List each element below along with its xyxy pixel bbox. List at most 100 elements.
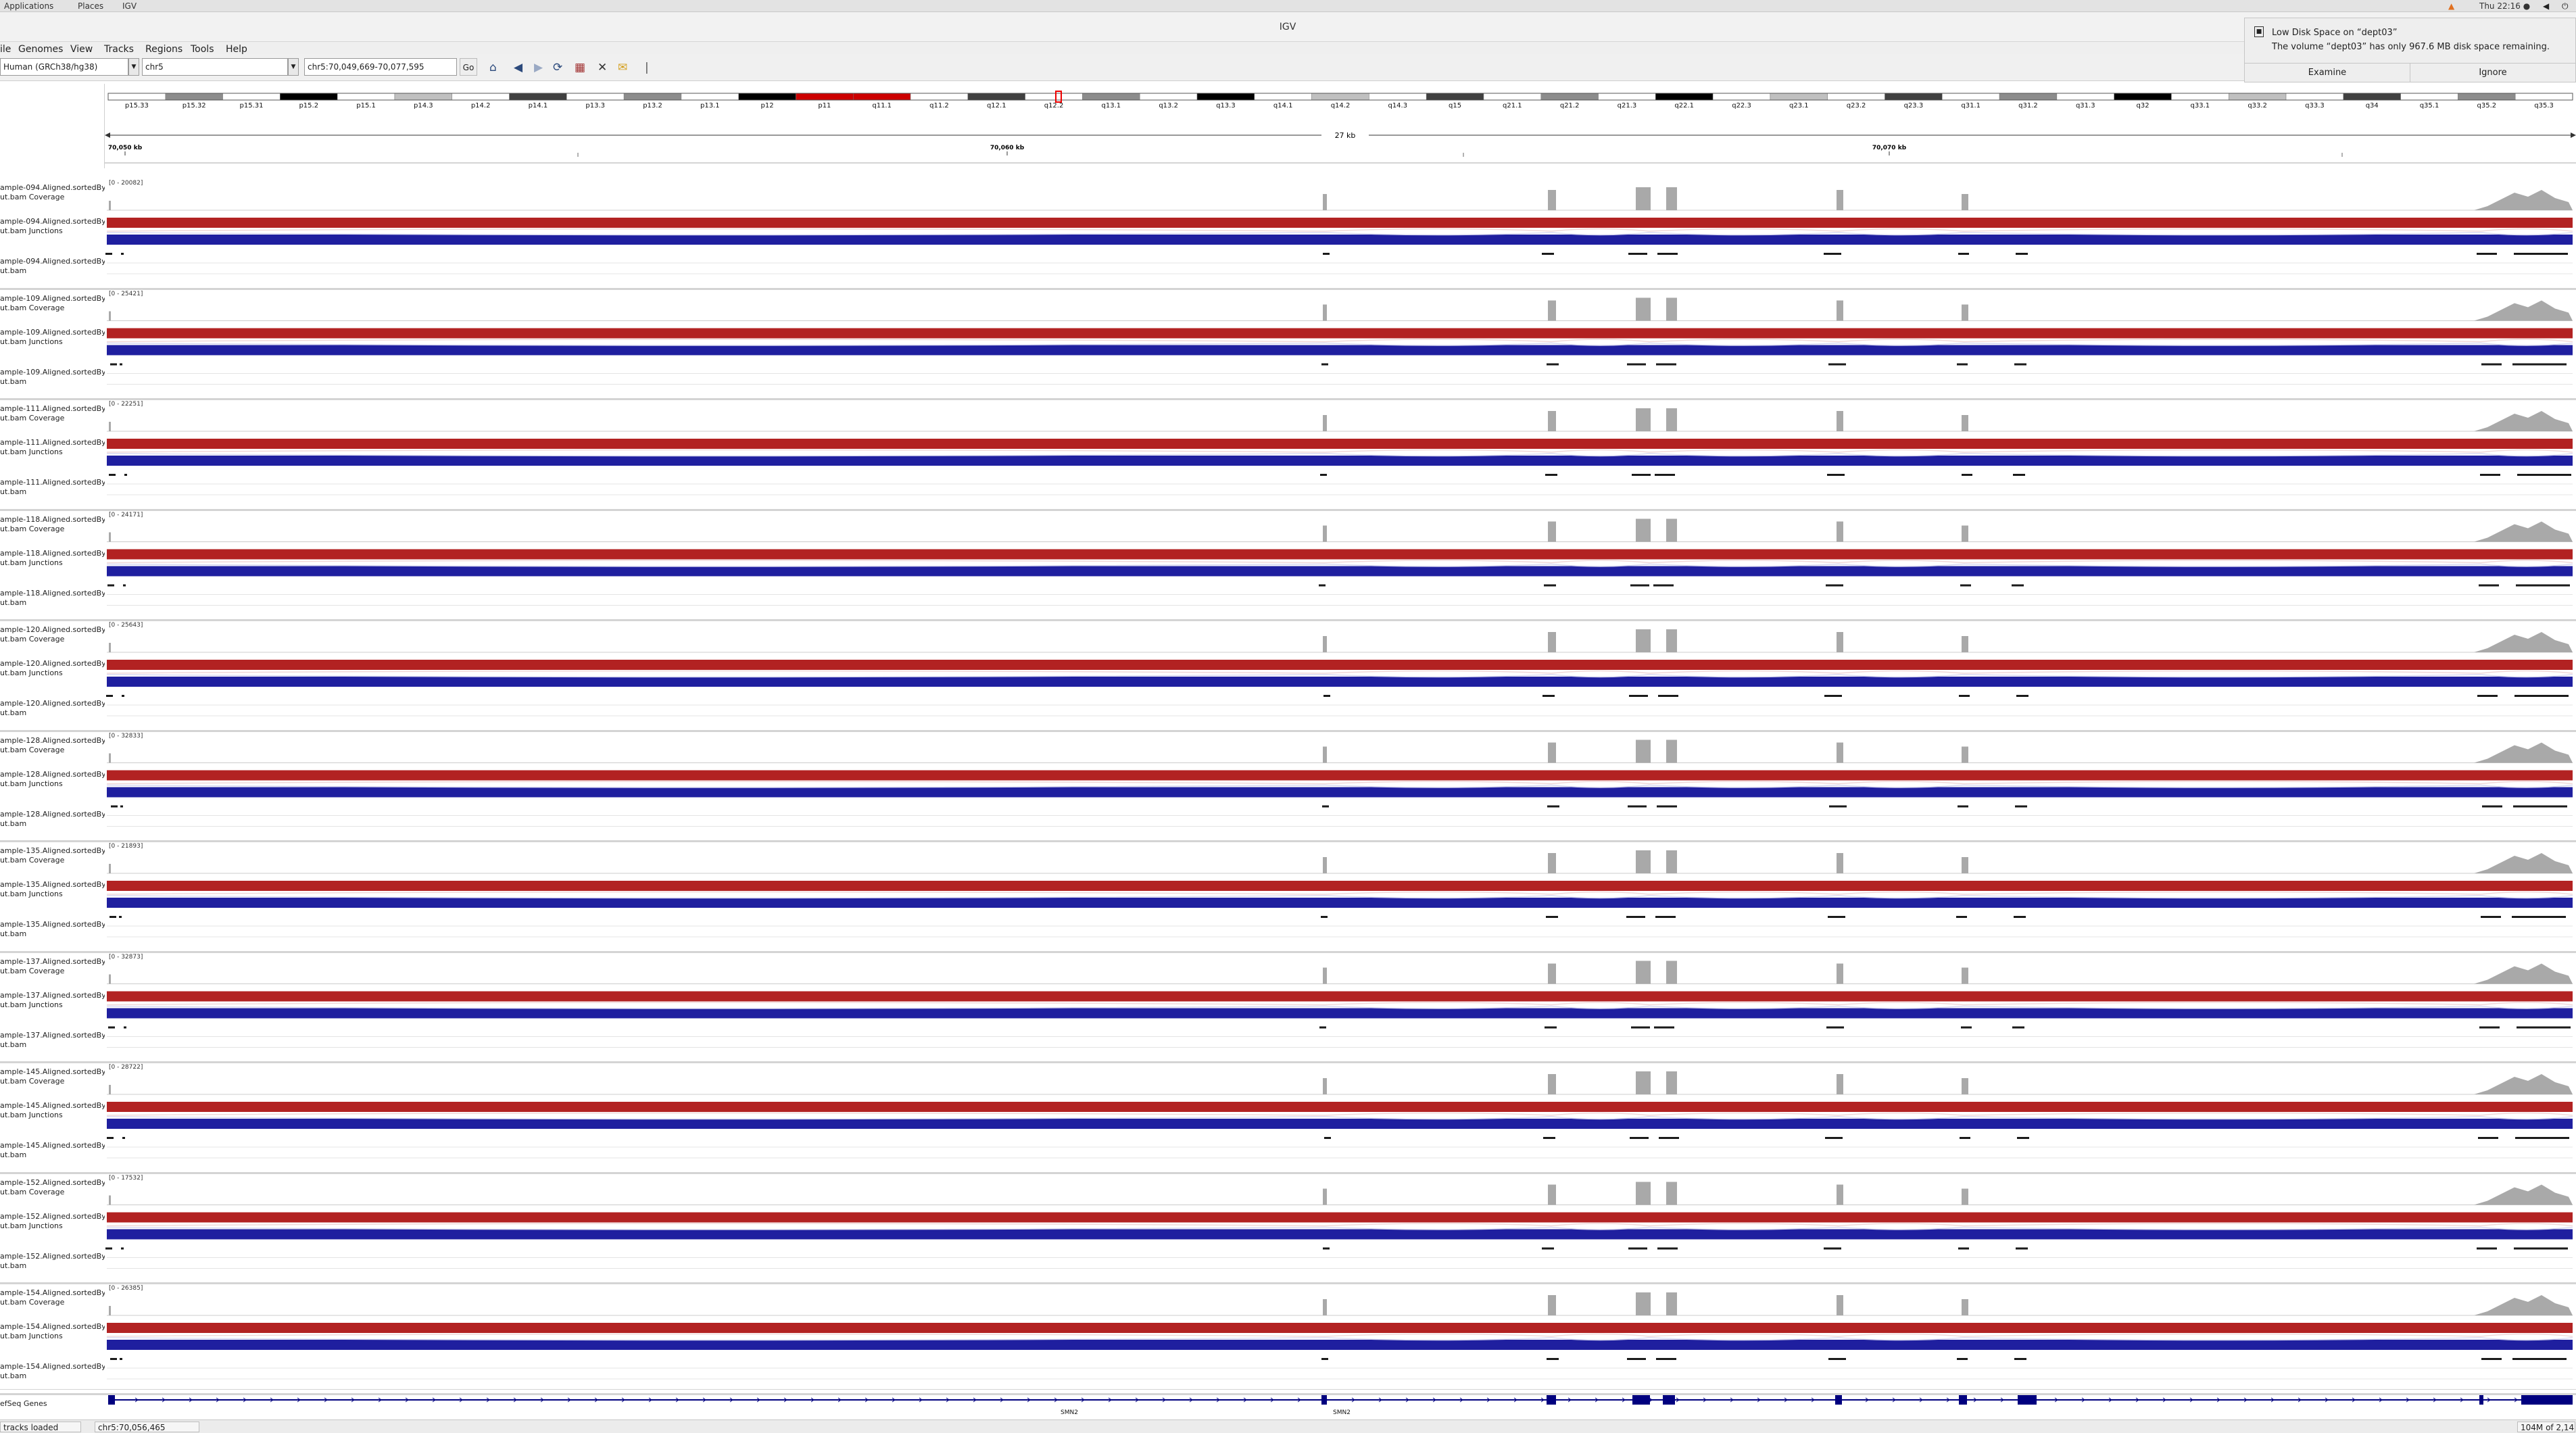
junction-arc[interactable]	[1551, 342, 1650, 346]
junction-arc[interactable]	[1963, 784, 2481, 788]
read-alignment[interactable]	[2012, 1026, 2024, 1029]
junction-arc[interactable]	[1963, 232, 2481, 236]
junction-arc[interactable]	[2480, 895, 2573, 899]
read-alignment[interactable]	[1957, 1358, 1968, 1360]
coverage-peak[interactable]	[1837, 1074, 1843, 1094]
coverage-3prime-peak[interactable]	[2474, 742, 2573, 763]
read-alignment[interactable]	[1547, 363, 1559, 366]
coverage-peak[interactable]	[1323, 194, 1327, 210]
coverage-peak[interactable]	[1962, 525, 1968, 542]
coverage-peak[interactable]	[1666, 408, 1677, 431]
ideogram-band[interactable]	[738, 93, 796, 101]
read-alignment[interactable]	[124, 474, 127, 476]
junction-arc[interactable]	[2480, 560, 2573, 564]
read-alignment[interactable]	[1628, 253, 1647, 255]
coverage-peak[interactable]	[1666, 629, 1677, 652]
junction-arc[interactable]	[1838, 453, 1964, 457]
coverage-bar[interactable]	[109, 1306, 111, 1315]
junction-arc[interactable]	[2480, 1116, 2573, 1120]
coverage-peak[interactable]	[1962, 415, 1968, 431]
coverage-peak[interactable]	[1636, 518, 1651, 542]
read-alignment[interactable]	[1542, 253, 1554, 255]
junction-arc[interactable]	[1963, 449, 2481, 453]
read-alignment[interactable]	[2014, 363, 2026, 366]
junction-forward-band[interactable]	[107, 218, 2573, 228]
junction-forward-band[interactable]	[107, 991, 2573, 1002]
junction-arc[interactable]	[2480, 1223, 2573, 1227]
ideogram-band[interactable]	[2514, 93, 2573, 101]
read-alignment[interactable]	[1323, 1247, 1330, 1250]
read-alignment[interactable]	[2481, 916, 2501, 918]
junction-arc[interactable]	[106, 891, 1326, 895]
junction-arc[interactable]	[1838, 339, 1964, 343]
read-alignment[interactable]	[2016, 253, 2028, 255]
ideogram-band[interactable]	[1827, 93, 1885, 101]
read-alignment[interactable]	[2015, 805, 2027, 808]
ideogram-band[interactable]	[2400, 93, 2458, 101]
read-alignment[interactable]	[1656, 1358, 1676, 1360]
junction-arc[interactable]	[106, 1002, 1326, 1006]
coverage-peak[interactable]	[1323, 636, 1327, 652]
read-alignment[interactable]	[1655, 916, 1676, 918]
read-alignment[interactable]	[122, 695, 124, 697]
read-alignment[interactable]	[1824, 1247, 1841, 1250]
junction-arc[interactable]	[1838, 891, 1964, 895]
places-menu[interactable]: Places	[78, 1, 103, 11]
junction-arc[interactable]	[106, 228, 1326, 232]
ideogram-band[interactable]	[1712, 93, 1771, 101]
read-alignment[interactable]	[1826, 1026, 1844, 1029]
read-alignment[interactable]	[2514, 695, 2569, 697]
menu-view[interactable]: View	[70, 44, 93, 55]
read-alignment[interactable]	[2479, 1026, 2500, 1029]
coverage-peak[interactable]	[1548, 963, 1556, 984]
junction-arc[interactable]	[1649, 563, 1839, 567]
junction-arc[interactable]	[106, 1223, 1326, 1227]
junction-arc[interactable]	[1324, 1226, 1552, 1230]
read-alignment[interactable]	[1542, 1247, 1554, 1250]
coverage-peak[interactable]	[1323, 857, 1327, 873]
coverage-peak[interactable]	[1636, 961, 1651, 984]
junction-arc[interactable]	[1649, 1112, 1839, 1116]
junction-arc[interactable]	[1649, 670, 1839, 674]
junction-arc[interactable]	[2480, 1002, 2573, 1006]
read-alignment[interactable]	[1321, 916, 1328, 918]
junction-arc[interactable]	[2480, 781, 2573, 785]
read-alignment[interactable]	[1828, 363, 1846, 366]
menu-genomes[interactable]: Genomes	[18, 44, 63, 55]
read-alignment[interactable]	[1958, 805, 1968, 808]
junction-arc[interactable]	[1324, 784, 1552, 788]
popup-text-icon[interactable]: ✉	[618, 61, 627, 74]
menu-tools[interactable]: Tools	[191, 44, 214, 55]
ideogram-band[interactable]	[1885, 93, 1943, 101]
read-alignment[interactable]	[2512, 363, 2567, 366]
read-alignment[interactable]	[1545, 1026, 1557, 1029]
coverage-bar[interactable]	[109, 753, 111, 763]
junction-arc[interactable]	[1324, 781, 1552, 785]
read-alignment[interactable]	[1547, 805, 1559, 808]
junction-arc[interactable]	[1649, 1002, 1839, 1006]
read-alignment[interactable]	[2515, 1137, 2569, 1139]
ideogram-band[interactable]	[2343, 93, 2401, 101]
coverage-peak[interactable]	[1837, 853, 1843, 873]
junction-arc[interactable]	[106, 1112, 1326, 1116]
read-alignment[interactable]	[2513, 805, 2567, 808]
junction-arc[interactable]	[106, 1226, 1326, 1230]
coverage-bar[interactable]	[109, 1085, 111, 1094]
junction-arc[interactable]	[1838, 1005, 1964, 1009]
junction-forward-band[interactable]	[107, 1212, 2573, 1223]
junction-arc[interactable]	[1324, 674, 1552, 678]
junction-arc[interactable]	[1324, 1337, 1552, 1341]
read-alignment[interactable]	[2514, 253, 2568, 255]
ideogram-band[interactable]	[452, 93, 510, 101]
junction-arc[interactable]	[1649, 1337, 1839, 1341]
ideogram-band[interactable]	[2458, 93, 2516, 101]
coverage-peak[interactable]	[1636, 629, 1651, 652]
junction-arc[interactable]	[1551, 1223, 1650, 1227]
ideogram-band[interactable]	[1311, 93, 1369, 101]
read-alignment[interactable]	[1319, 1026, 1326, 1029]
ideogram-band[interactable]	[222, 93, 281, 101]
coverage-peak[interactable]	[1636, 297, 1651, 321]
read-alignment[interactable]	[124, 1026, 126, 1029]
junction-arc[interactable]	[1838, 784, 1964, 788]
junction-arc[interactable]	[1551, 560, 1650, 564]
